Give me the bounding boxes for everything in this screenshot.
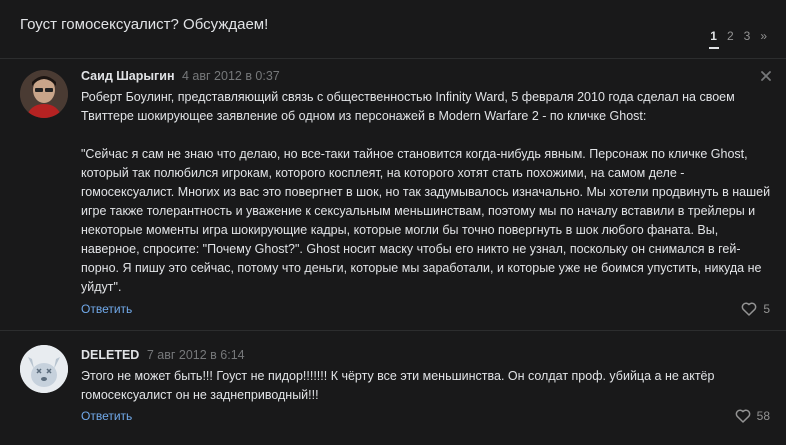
like-button[interactable]: 5 [741,302,770,316]
avatar[interactable] [20,345,68,393]
author-name[interactable]: Саид Шарыгин [81,69,175,83]
post-paragraph: "Сейчас я сам не знаю что делаю, но все-… [81,147,771,294]
page-1-link[interactable]: 1 [705,29,722,43]
avatar[interactable] [20,70,68,118]
like-count: 5 [763,302,770,316]
post-text: Этого не может быть!!! Гоуст не пидор!!!… [81,367,776,405]
close-icon[interactable] [760,70,772,82]
reply-button[interactable]: Ответить [81,302,132,316]
current-page-indicator [709,47,720,49]
like-button[interactable]: 58 [735,409,770,423]
reply-button[interactable]: Ответить [81,409,132,423]
deleted-dog-avatar-icon [20,345,68,393]
user-photo-icon [20,70,68,118]
like-count: 58 [756,409,770,423]
post-date[interactable]: 7 авг 2012 в 6:14 [147,348,245,362]
author-name[interactable]: DELETED [81,348,139,362]
author-line: Саид Шарыгин 4 авг 2012 в 0:37 [81,69,280,83]
post-date[interactable]: 4 авг 2012 в 0:37 [182,69,280,83]
author-line: DELETED 7 авг 2012 в 6:14 [81,348,245,362]
pagination: 1 2 3 » [705,29,772,49]
page-3-link[interactable]: 3 [739,29,756,43]
post-paragraph: Роберт Боулинг, представляющий связь с о… [81,90,735,123]
heart-icon [735,409,750,423]
next-page-link[interactable]: » [755,29,772,43]
topic-header: Гоуст гомосексуалист? Обсуждаем! 1 2 3 » [0,0,786,58]
post: DELETED 7 авг 2012 в 6:14 Этого не может… [0,331,786,445]
post-text: Роберт Боулинг, представляющий связь с о… [81,88,776,297]
heart-icon [741,302,757,316]
post-paragraph: Этого не может быть!!! Гоуст не пидор!!!… [81,369,715,402]
topic-title: Гоуст гомосексуалист? Обсуждаем! [20,16,269,33]
page-2-link[interactable]: 2 [722,29,739,43]
post: Саид Шарыгин 4 авг 2012 в 0:37 Роберт Бо… [0,58,786,330]
